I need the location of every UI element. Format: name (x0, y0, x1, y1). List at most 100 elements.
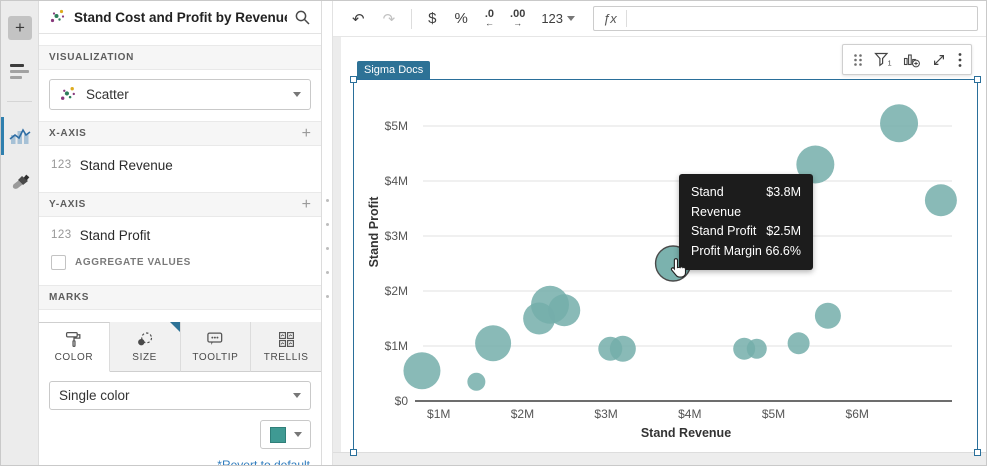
horizontal-scrollbar-track[interactable] (333, 452, 986, 465)
kebab-menu-icon (958, 52, 962, 68)
section-label: MARKS (49, 292, 311, 303)
svg-text:$5M: $5M (385, 119, 408, 133)
color-mode-value: Single color (59, 388, 285, 403)
filter-button[interactable]: 1 (872, 50, 894, 70)
scatter-point (925, 184, 957, 216)
toolbar-divider (411, 9, 412, 29)
aggregate-values-label: AGGREGATE VALUES (75, 257, 191, 268)
aggregate-values-row: AGGREGATE VALUES (39, 250, 321, 274)
arrow-left-icon: ← (485, 19, 494, 28)
tab-label: COLOR (55, 352, 94, 363)
scatter-point (815, 303, 841, 329)
scatter-point (403, 352, 440, 389)
tooltip-label: Stand Revenue (691, 183, 766, 222)
color-swatch-dropdown[interactable] (260, 420, 311, 449)
tooltip-value: 66.6% (766, 242, 801, 262)
panel-resize-handle[interactable] (322, 1, 333, 465)
visualization-sidebar: Stand Cost and Profit by Revenue VISUALI… (39, 1, 322, 465)
redo-button[interactable]: ↷ (376, 7, 403, 31)
rail-item-visualization[interactable] (1, 117, 39, 155)
scatter-point (788, 332, 810, 354)
chart-tooltip: Stand Revenue $3.8M Stand Profit $2.5M P… (679, 174, 813, 270)
resize-handle-bottom-left[interactable] (350, 449, 357, 456)
tab-label: SIZE (132, 352, 157, 363)
resize-handle-bottom-right[interactable] (974, 449, 981, 456)
chart-element[interactable]: $0$1M$2M$3M$4M$5M$1M$2M$3M$4M$5M$6MStand… (353, 79, 978, 453)
rail-divider (7, 101, 32, 102)
chevron-down-icon (293, 92, 301, 97)
add-y-field-button[interactable]: + (302, 198, 311, 212)
tab-tooltip[interactable]: TOOLTIP (181, 322, 252, 372)
increase-decimal-button[interactable]: .00 → (504, 7, 531, 30)
currency-format-button[interactable]: $ (421, 7, 443, 30)
aggregate-values-checkbox[interactable] (51, 255, 66, 270)
add-element-button[interactable]: + (8, 16, 32, 40)
percent-format-button[interactable]: % (448, 7, 475, 30)
svg-text:$3M: $3M (594, 407, 617, 421)
svg-text:Stand Profit: Stand Profit (367, 196, 381, 268)
number-type-icon: 123 (51, 159, 72, 171)
resize-handle-top-right[interactable] (974, 76, 981, 83)
color-mode-select[interactable]: Single color (49, 381, 311, 410)
color-swatch (270, 427, 286, 443)
expand-arrows-icon (931, 52, 947, 68)
modified-corner-badge (170, 322, 180, 332)
rail-item-styles[interactable] (1, 165, 39, 203)
chart-add-icon (903, 52, 920, 68)
svg-text:$6M: $6M (846, 407, 869, 421)
revert-to-default-link[interactable]: *Revert to default (50, 458, 310, 466)
drag-handle[interactable] (851, 51, 865, 69)
tooltip-value: $3.8M (766, 183, 801, 222)
section-label: X-AXIS (49, 128, 302, 139)
tooltip-row: Stand Revenue $3.8M (691, 183, 801, 222)
tooltip-row: Stand Profit $2.5M (691, 222, 801, 242)
tab-size[interactable]: SIZE (110, 322, 181, 372)
scatter-point (610, 336, 636, 362)
tooltip-label: Profit Margin (691, 242, 766, 262)
scatter-chart-icon (59, 85, 78, 104)
formula-input[interactable] (627, 7, 977, 30)
section-label: Y-AXIS (49, 199, 302, 210)
main-area: ↶ ↷ $ % .0 ← .00 → 123 ƒx (333, 1, 986, 465)
scatter-point (475, 325, 511, 361)
add-chart-button[interactable] (901, 50, 922, 70)
section-label: VISUALIZATION (49, 52, 311, 63)
tab-label: TRELLIS (264, 352, 309, 363)
section-y-axis: Y-AXIS + (39, 192, 321, 217)
scatter-point (747, 339, 767, 359)
svg-text:$0: $0 (395, 394, 409, 408)
size-dot-icon (136, 331, 153, 348)
more-options-button[interactable] (956, 50, 964, 70)
tooltip-row: Profit Margin 66.6% (691, 242, 801, 262)
svg-text:$2M: $2M (511, 407, 534, 421)
scatter-plot[interactable]: $0$1M$2M$3M$4M$5M$1M$2M$3M$4M$5M$6MStand… (354, 80, 977, 452)
number-format-menu[interactable]: 123 (535, 8, 581, 29)
chart-type-value: Scatter (86, 87, 285, 102)
svg-text:$3M: $3M (385, 229, 408, 243)
svg-text:$2M: $2M (385, 284, 408, 298)
x-axis-field[interactable]: 123 Stand Revenue (39, 149, 321, 181)
svg-text:$4M: $4M (678, 407, 701, 421)
format-lines-icon[interactable] (10, 64, 30, 80)
formula-bar: ƒx (593, 6, 978, 31)
tooltip-value: $2.5M (766, 222, 801, 242)
search-icon[interactable] (294, 9, 311, 26)
chevron-down-icon (293, 393, 301, 398)
y-axis-field[interactable]: 123 Stand Profit (39, 220, 321, 250)
chart-type-select[interactable]: Scatter (49, 79, 311, 110)
tab-color[interactable]: COLOR (39, 322, 110, 372)
chevron-down-icon (294, 432, 302, 437)
decrease-decimal-button[interactable]: .0 ← (479, 7, 500, 30)
add-x-field-button[interactable]: + (302, 127, 311, 141)
marks-tabs: COLOR SIZE TOOLTIP (39, 322, 321, 372)
resize-handle-top-left[interactable] (350, 76, 357, 83)
undo-button[interactable]: ↶ (345, 7, 372, 31)
paintbrush-icon (10, 174, 30, 194)
expand-button[interactable] (929, 50, 949, 70)
element-floating-toolbar: 1 (842, 44, 972, 75)
element-name-badge[interactable]: Sigma Docs (357, 61, 430, 79)
formatting-toolbar: ↶ ↷ $ % .0 ← .00 → 123 ƒx (333, 1, 986, 37)
bar-line-chart-icon (9, 126, 31, 146)
section-visualization: VISUALIZATION (39, 45, 321, 70)
tab-trellis[interactable]: TRELLIS (251, 322, 321, 372)
